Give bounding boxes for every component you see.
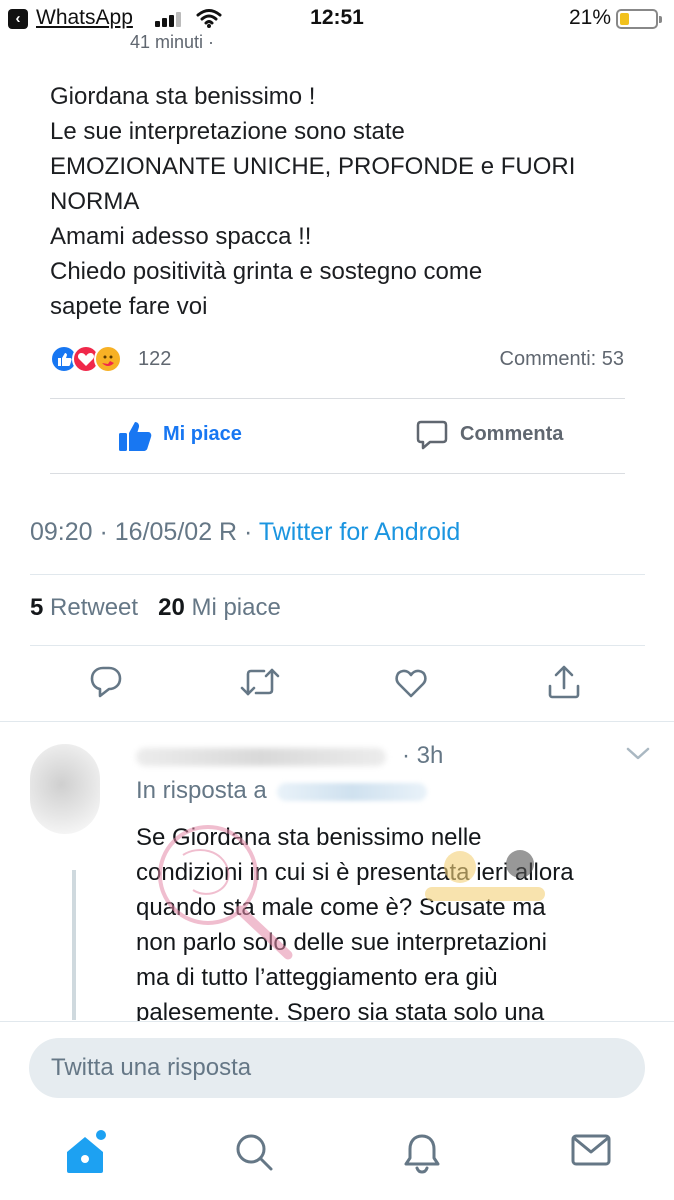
blurred-handle[interactable]	[276, 782, 427, 801]
compose-bar	[0, 1021, 674, 1116]
thread-line	[72, 870, 76, 1020]
post-text-line: EMOZIONANTE UNICHE, PROFONDE e FUORI	[50, 153, 576, 180]
post-text-line: NORMA	[50, 188, 140, 215]
blurred-username	[136, 748, 386, 766]
embedded-facebook-post: 41 minuti · Giordana sta benissimo ! Le …	[0, 32, 674, 488]
messages-envelope-icon[interactable]	[571, 1132, 611, 1168]
status-bar: ‹ WhatsApp 12:51 21%	[0, 0, 674, 38]
reply-to-line: In risposta a	[136, 777, 427, 805]
reply-header: · 3h	[136, 740, 636, 774]
in-reply-to-label: In risposta a	[136, 777, 267, 804]
search-icon[interactable]	[234, 1132, 274, 1172]
retweet-label[interactable]: Retweet	[50, 594, 138, 621]
tweet-stats: 5 Retweet 20 Mi piace	[30, 594, 281, 622]
battery-icon	[616, 9, 662, 29]
care-reaction-icon	[94, 345, 122, 373]
bottom-tab-bar	[0, 1116, 674, 1200]
fb-like-label: Mi piace	[163, 423, 242, 445]
reply-input[interactable]	[51, 1051, 611, 1085]
divider	[50, 398, 625, 399]
post-text-line: sapete fare voi	[50, 293, 208, 320]
tweet-action-bar	[0, 664, 674, 708]
post-meta: 41 minuti ·	[130, 32, 215, 52]
share-icon[interactable]	[546, 664, 582, 700]
comment-bubble-icon	[416, 420, 448, 450]
post-text: Giordana sta benissimo ! Le sue interpre…	[50, 79, 650, 324]
divider	[30, 645, 645, 646]
like-count[interactable]: 20	[158, 594, 185, 621]
reply-icon[interactable]	[88, 664, 124, 700]
comments-count[interactable]: Commenti: 53	[500, 348, 625, 371]
like-heart-icon[interactable]	[393, 664, 429, 700]
divider	[30, 574, 645, 575]
post-text-line: Le sue interpretazione sono state	[50, 118, 405, 145]
post-text-line: Giordana sta benissimo !	[50, 83, 316, 110]
post-text-line: Amami adesso spacca !!	[50, 223, 312, 250]
reply-time: · 3h	[402, 742, 444, 769]
avatar[interactable]	[30, 744, 100, 834]
battery-percent: 21%	[569, 6, 612, 29]
like-label[interactable]: Mi piace	[191, 594, 280, 621]
timestamp-text: 09:20 · 16/05/02 R ·	[30, 518, 259, 546]
home-unread-dot	[96, 1130, 106, 1140]
reply-compose-pill[interactable]	[29, 1038, 645, 1098]
reaction-count: 122	[138, 348, 172, 370]
retweet-icon[interactable]	[240, 664, 280, 700]
tweet-timestamp: 09:20 · 16/05/02 R · Twitter for Android	[30, 518, 460, 547]
divider	[0, 721, 674, 722]
thumbs-up-icon	[119, 422, 152, 451]
fb-comment-label: Commenta	[460, 423, 564, 445]
notifications-bell-icon[interactable]	[403, 1132, 441, 1174]
tweet-source-link[interactable]: Twitter for Android	[259, 518, 460, 546]
watermark-cartoon-stamp	[425, 850, 545, 901]
chevron-down-icon[interactable]	[625, 746, 651, 762]
watermark-magnifier-logo	[158, 825, 293, 960]
reply-text-line: ma di tutto l’atteggiamento era giù	[136, 964, 498, 991]
post-text-line: Chiedo positività grinta e sostegno come	[50, 258, 483, 285]
divider	[50, 473, 625, 474]
retweet-count[interactable]: 5	[30, 594, 43, 621]
